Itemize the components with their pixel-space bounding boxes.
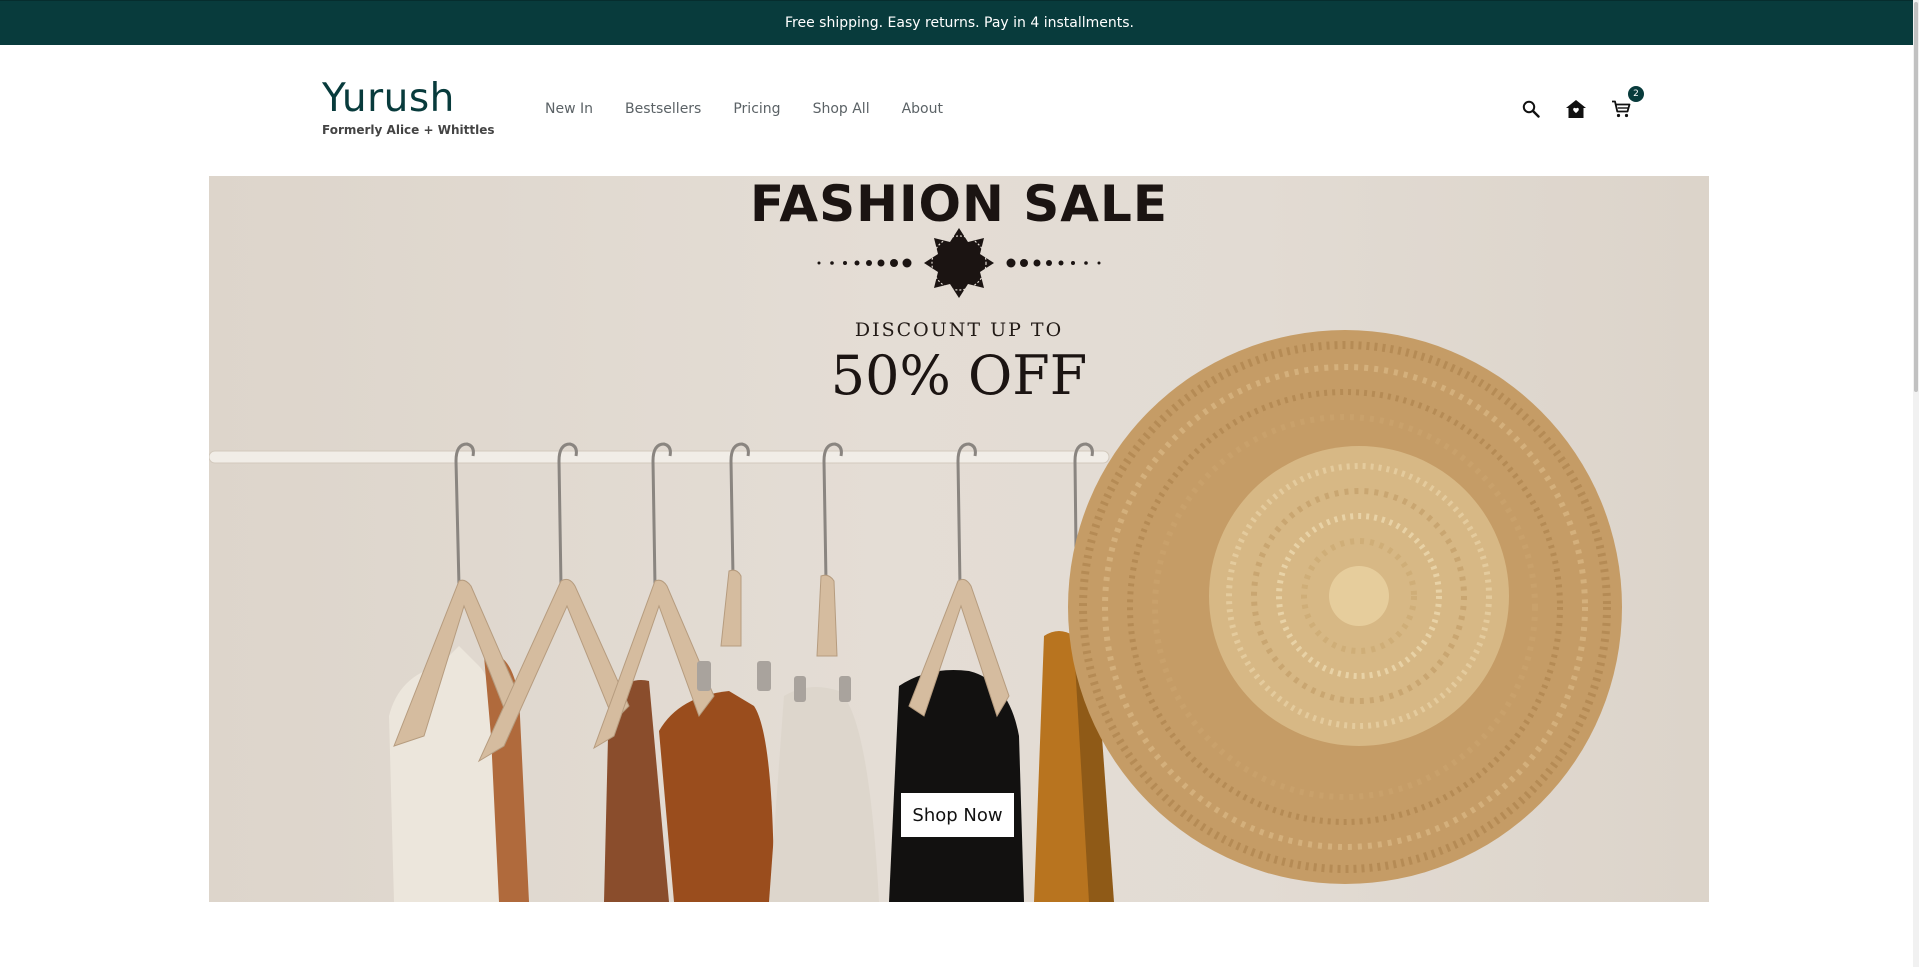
page-scrollbar[interactable] (1913, 0, 1919, 967)
nav-item-shop-all[interactable]: Shop All (813, 101, 870, 117)
announcement-text: Free shipping. Easy returns. Pay in 4 in… (785, 15, 1134, 31)
search-button[interactable] (1518, 96, 1544, 122)
scrollbar-thumb[interactable] (1914, 2, 1918, 392)
hero-banner: FASHION SALE DISCOUNT UP TO 50% OFF Shop… (209, 176, 1709, 902)
header-icons: 2 (1518, 86, 1644, 122)
cart-icon (1612, 100, 1631, 118)
brand-name: Yurush (322, 76, 455, 121)
hero-headline: FASHION SALE (749, 176, 1169, 233)
site-logo[interactable]: Yurush Formerly Alice + Whittles (322, 76, 494, 137)
brand-tagline: Formerly Alice + Whittles (322, 123, 495, 137)
hero-offer: 50% OFF (830, 344, 1088, 407)
cart-button[interactable]: 2 (1608, 86, 1644, 122)
main-nav: New In Bestsellers Pricing Shop All Abou… (545, 101, 975, 117)
search-icon (1522, 100, 1540, 118)
nav-item-new-in[interactable]: New In (545, 101, 593, 117)
shop-now-button[interactable]: Shop Now (901, 793, 1014, 837)
cart-count-badge: 2 (1628, 86, 1644, 102)
announcement-bar: Free shipping. Easy returns. Pay in 4 in… (0, 0, 1919, 45)
home-icon (1566, 100, 1586, 118)
nav-item-bestsellers[interactable]: Bestsellers (625, 101, 701, 117)
nav-item-pricing[interactable]: Pricing (733, 101, 780, 117)
nav-item-about[interactable]: About (902, 101, 943, 117)
straw-hat (1068, 330, 1622, 884)
home-button[interactable] (1563, 96, 1589, 122)
hero-subheadline: DISCOUNT UP TO (854, 319, 1064, 341)
decorative-divider (817, 228, 1101, 298)
